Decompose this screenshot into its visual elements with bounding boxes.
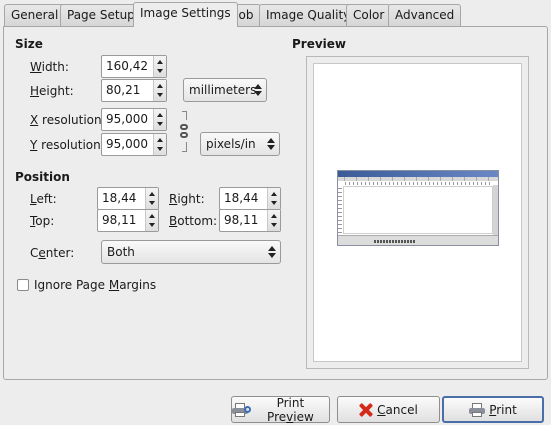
x-resolution-spinner[interactable]: 95,000 — [101, 108, 167, 131]
spinner-arrows-icon[interactable] — [145, 210, 158, 231]
position-section-title: Position — [15, 170, 70, 184]
x-resolution-value: 95,000 — [106, 112, 148, 126]
height-value: 80,21 — [106, 83, 141, 97]
spinner-arrows-icon[interactable] — [145, 188, 158, 209]
chain-link-icon[interactable] — [179, 111, 189, 155]
size-section-title: Size — [15, 37, 43, 51]
top-value: 98,11 — [102, 213, 137, 227]
cancel-icon — [359, 403, 373, 417]
left-value: 18,44 — [102, 191, 137, 205]
bottom-value: 98,11 — [224, 213, 259, 227]
spinner-arrows-icon[interactable] — [267, 188, 280, 209]
center-label: Center: — [30, 246, 75, 260]
top-label: Top: — [30, 214, 55, 228]
tab-label: Job — [235, 8, 254, 22]
cancel-label: Cancel — [377, 402, 418, 417]
center-select[interactable]: Both — [101, 240, 281, 264]
y-resolution-spinner[interactable]: 95,000 — [101, 133, 167, 156]
print-preview-label: Print Preview — [267, 395, 314, 424]
tab-image-settings[interactable]: Image Settings — [133, 2, 238, 27]
width-spinner[interactable]: 160,42 — [101, 55, 167, 78]
spinner-arrows-icon[interactable] — [153, 56, 166, 77]
width-label: Width: — [30, 60, 69, 74]
combo-arrows-icon — [267, 138, 275, 150]
width-value: 160,42 — [106, 59, 148, 73]
ignore-page-margins-label[interactable]: Ignore Page Margins — [34, 278, 156, 292]
spinner-arrows-icon[interactable] — [153, 109, 166, 130]
tab-label: Image Settings — [140, 6, 231, 20]
height-label: Height: — [30, 84, 74, 98]
tab-page-setup[interactable]: Page Setup — [60, 4, 142, 26]
left-label: Left: — [30, 192, 57, 206]
x-resolution-label: X resolution: — [30, 113, 106, 127]
print-preview-button[interactable]: Print Preview — [231, 395, 330, 424]
ignore-page-margins-checkbox[interactable] — [17, 279, 29, 291]
print-button[interactable]: Print — [442, 396, 544, 423]
resolution-unit-select[interactable]: pixels/in — [200, 132, 280, 156]
tab-label: Advanced — [395, 8, 455, 22]
resolution-unit-value: pixels/in — [206, 137, 256, 151]
tab-advanced[interactable]: Advanced — [388, 4, 462, 26]
bottom-spinner[interactable]: 98,11 — [219, 209, 281, 232]
right-value: 18,44 — [224, 191, 259, 205]
right-spinner[interactable]: 18,44 — [219, 187, 281, 210]
printer-icon — [469, 402, 486, 417]
height-spinner[interactable]: 80,21 — [101, 79, 167, 102]
spinner-arrows-icon[interactable] — [153, 134, 166, 155]
y-resolution-value: 95,000 — [106, 137, 148, 151]
combo-arrows-icon — [254, 84, 262, 96]
tab-label: General — [11, 8, 59, 22]
print-preview-icon — [232, 402, 251, 417]
cancel-button[interactable]: Cancel — [337, 396, 440, 423]
tab-label: Page Setup — [67, 8, 135, 22]
top-spinner[interactable]: 98,11 — [97, 209, 159, 232]
preview-section-title: Preview — [292, 37, 347, 51]
spinner-arrows-icon[interactable] — [153, 80, 166, 101]
center-value: Both — [107, 245, 135, 259]
combo-arrows-icon — [268, 246, 276, 258]
tab-label: Color — [353, 8, 385, 22]
right-label: Right: — [169, 192, 205, 206]
tab-color[interactable]: Color — [346, 4, 392, 26]
unit-select[interactable]: millimeters — [183, 78, 267, 102]
tab-label: Image Quality — [266, 8, 351, 22]
tab-general[interactable]: General — [4, 4, 66, 26]
preview-image-thumbnail — [337, 170, 499, 246]
y-resolution-label: Y resolution: — [30, 138, 105, 152]
spinner-arrows-icon[interactable] — [267, 210, 280, 231]
print-label: Print — [489, 402, 517, 417]
unit-value: millimeters — [189, 83, 257, 97]
bottom-label: Bottom: — [169, 214, 218, 228]
left-spinner[interactable]: 18,44 — [97, 187, 159, 210]
tab-image-quality[interactable]: Image Quality — [259, 4, 358, 26]
